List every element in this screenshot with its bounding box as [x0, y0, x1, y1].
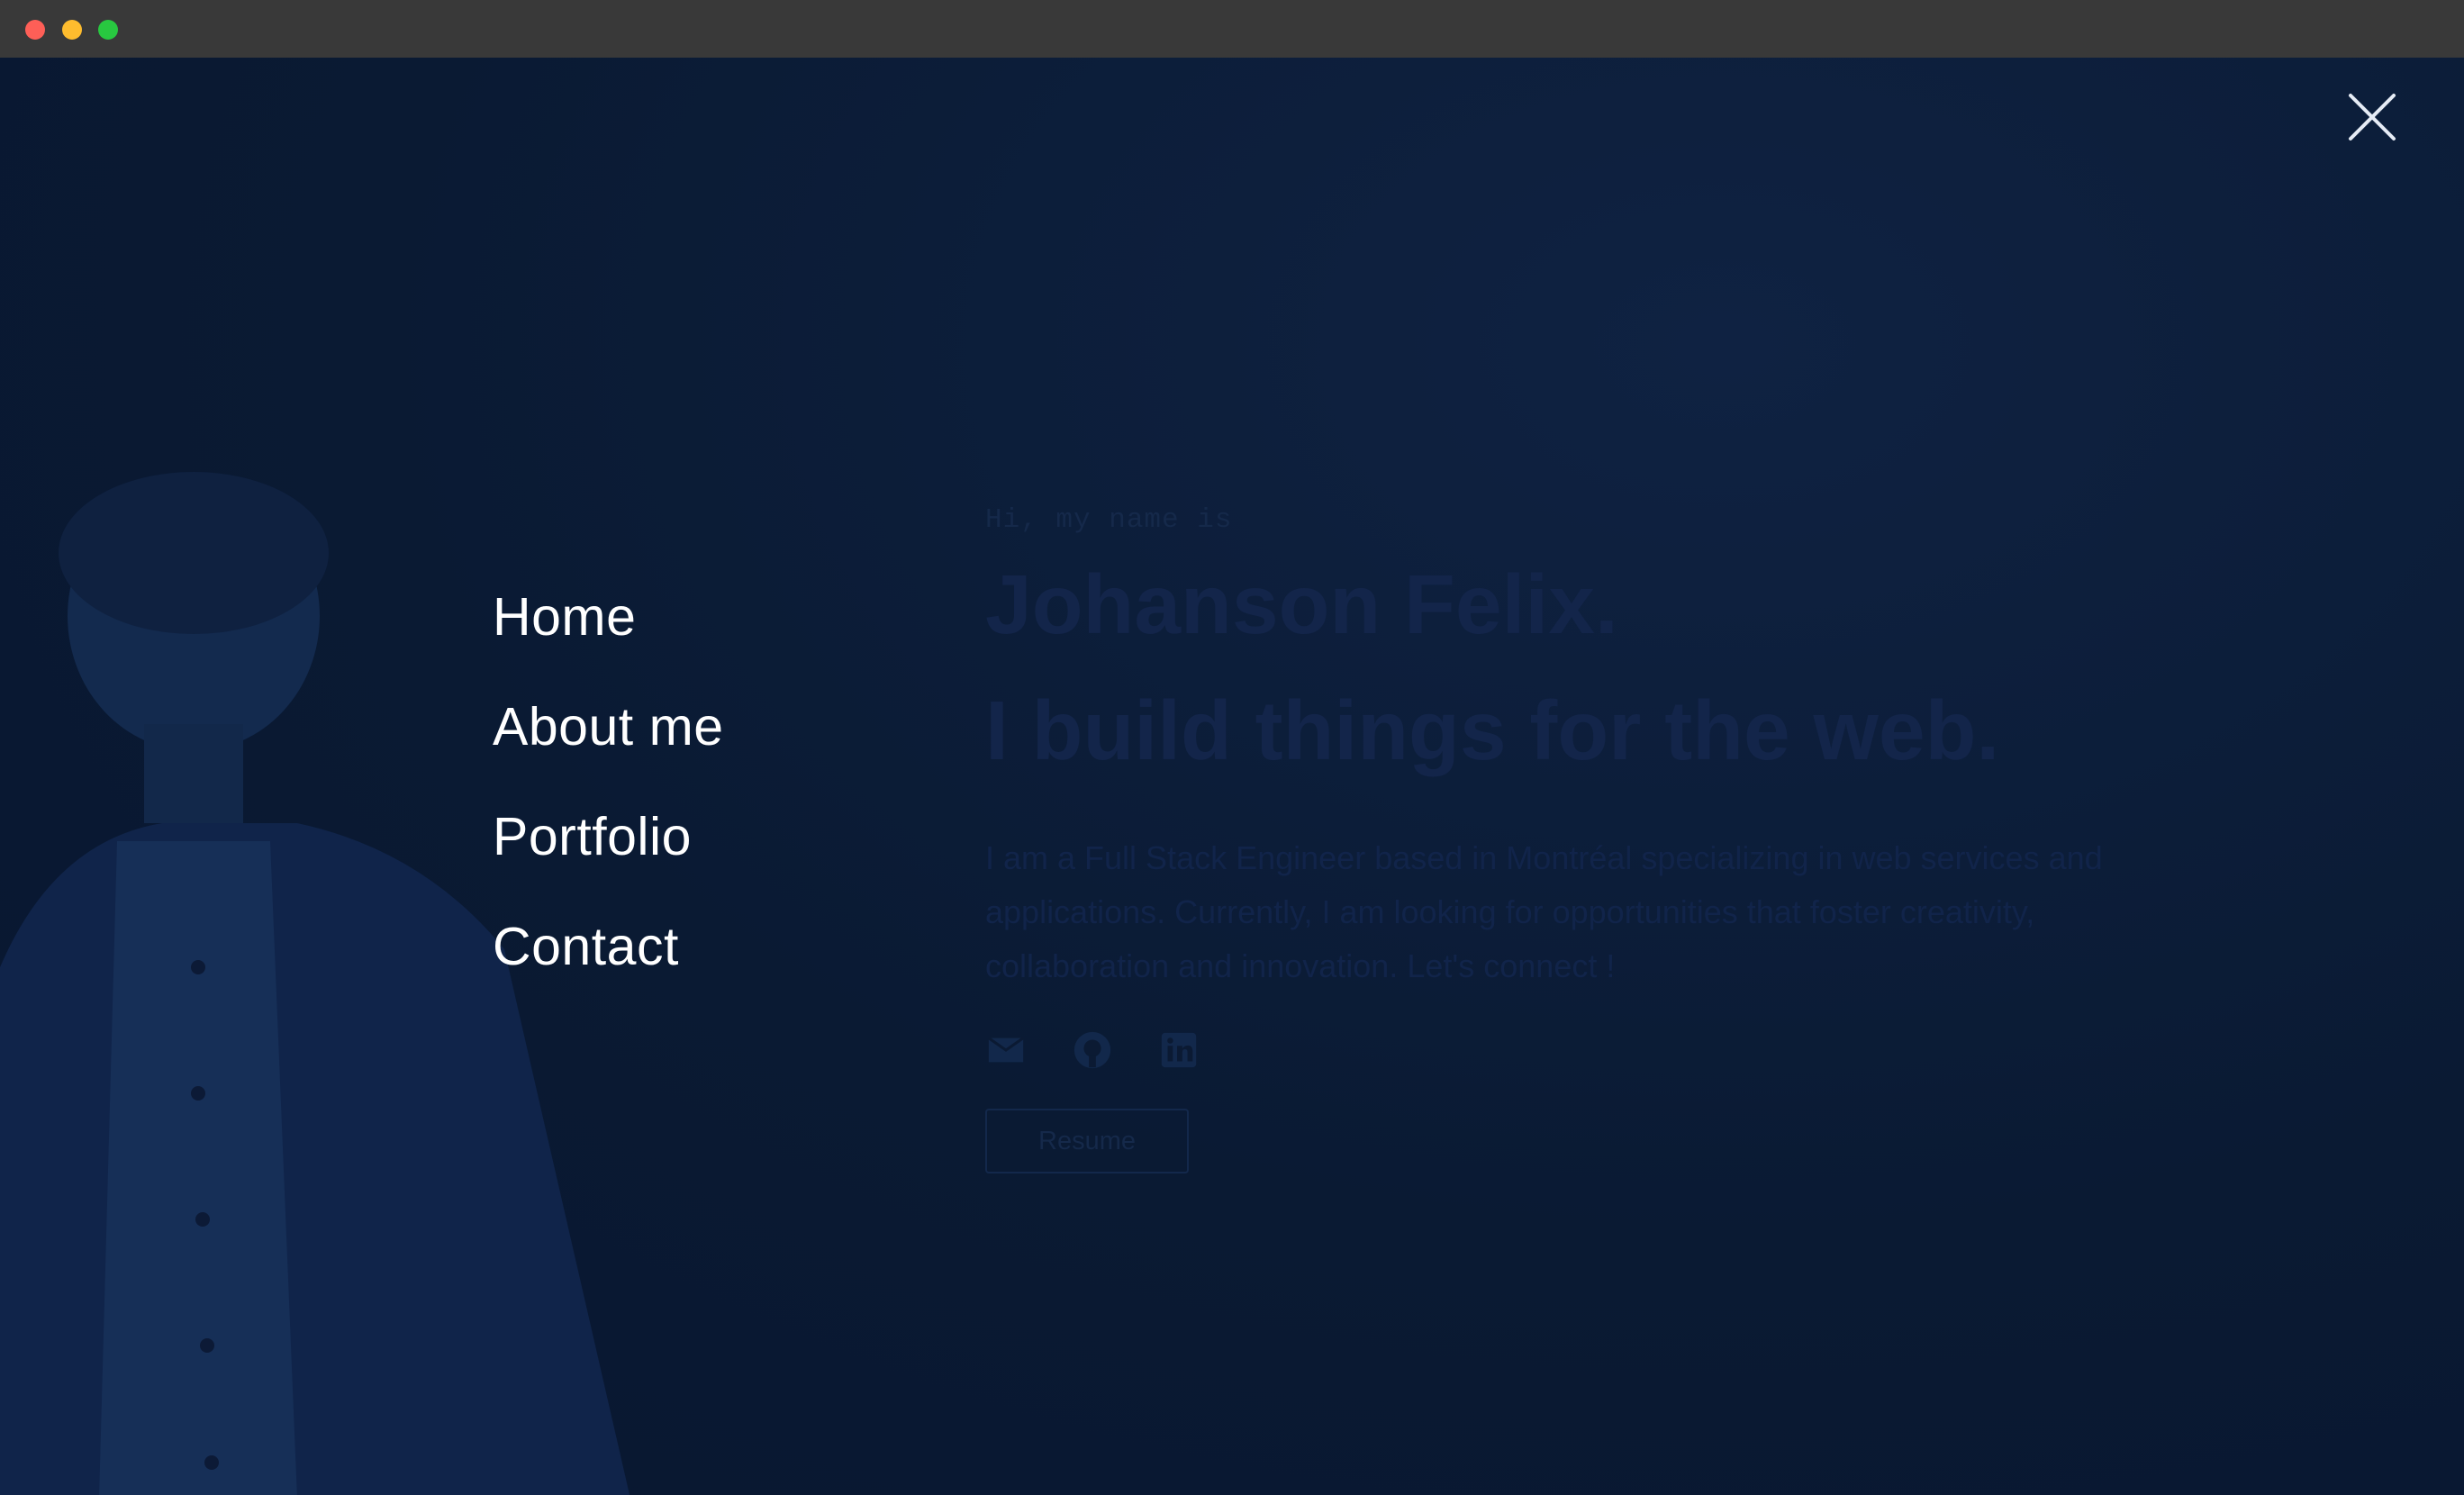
window-minimize-dot[interactable]	[62, 20, 82, 40]
menu-item-contact[interactable]: Contact	[493, 892, 724, 1001]
menu-item-home[interactable]: Home	[493, 562, 724, 672]
window-titlebar	[0, 0, 2464, 59]
hero-bio: I am a Full Stack Engineer based in Mont…	[985, 839, 2103, 984]
hero-name: Johanson Felix.	[985, 557, 1618, 651]
mail-icon[interactable]	[985, 1029, 1027, 1071]
hero-tagline: I build things for the web.	[985, 684, 2000, 777]
github-icon[interactable]	[1072, 1029, 1113, 1071]
window-close-dot[interactable]	[25, 20, 45, 40]
hero-greeting: Hi, my name is	[985, 504, 1233, 536]
menu-item-portfolio[interactable]: Portfolio	[493, 782, 724, 892]
close-icon[interactable]	[2343, 88, 2401, 146]
resume-button[interactable]: Resume	[985, 1109, 1189, 1173]
social-links	[985, 1029, 2156, 1071]
linkedin-icon[interactable]	[1158, 1029, 1200, 1071]
menu-item-about-me[interactable]: About me	[493, 672, 724, 782]
window-maximize-dot[interactable]	[98, 20, 118, 40]
hero-section: Hi, my name is Johanson Felix. I build t…	[985, 445, 2156, 1173]
page-viewport: Hi, my name is Johanson Felix. I build t…	[0, 58, 2464, 1495]
nav-menu: Home About me Portfolio Contact	[493, 562, 724, 1001]
